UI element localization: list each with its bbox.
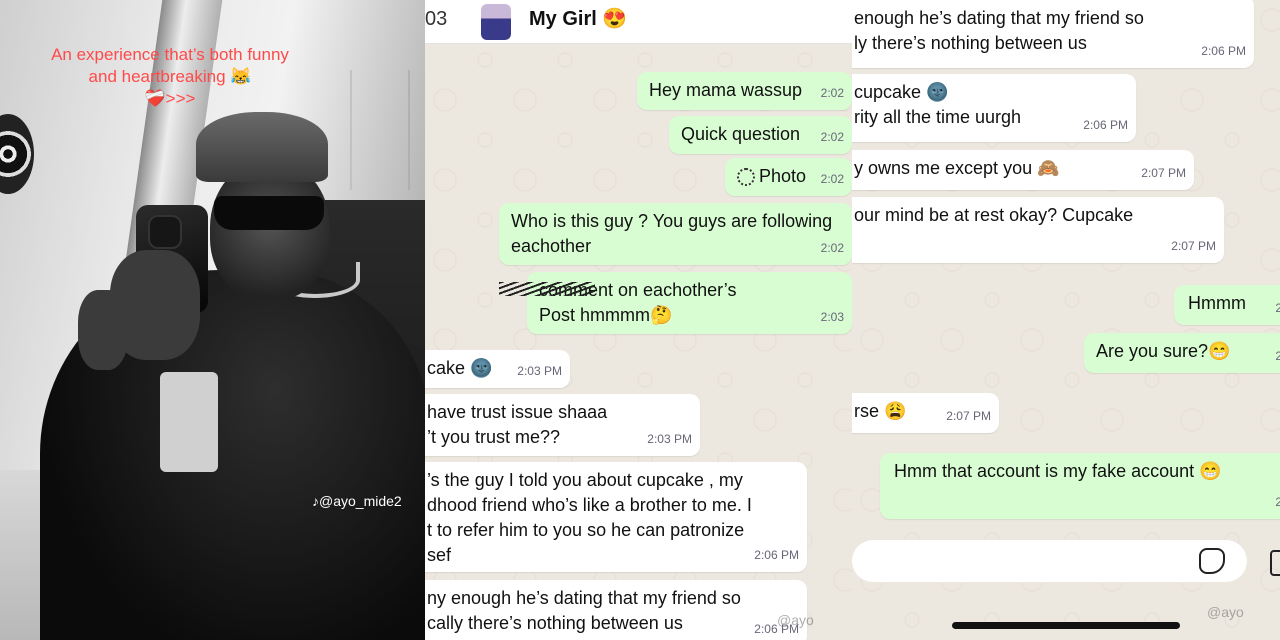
camera-icon[interactable] — [1270, 550, 1280, 576]
message-bubble[interactable]: ny enough he’s dating that my friend so … — [425, 580, 807, 640]
message-bubble[interactable]: cupcake 🌚 rity all the time uurgh 2:06 P… — [852, 74, 1136, 142]
chat-header: 03 My Girl 😍 — [425, 0, 852, 44]
message-bubble[interactable]: Quick question 2:02 — [669, 116, 852, 154]
message-bubble[interactable]: our mind be at rest okay? Cupcake 2:07 P… — [852, 197, 1224, 263]
message-bubble[interactable]: comment on eachother’s Post hmmmm🤔 2:03 — [499, 272, 852, 334]
phone-camera-icon — [148, 215, 182, 249]
person-hand-left — [78, 290, 128, 370]
message-bubble[interactable]: cake 🌚 2:03 PM — [425, 350, 570, 388]
chat-panel-middle[interactable]: 03 My Girl 😍 Hey mama wassup 2:02 Quick … — [425, 0, 852, 640]
view-once-photo-bubble[interactable]: Photo 2:02 — [725, 158, 852, 196]
person-pocket — [160, 372, 218, 472]
chat-panel-right[interactable]: enough he’s dating that my friend so ly … — [852, 0, 1280, 640]
message-bubble[interactable]: rse 😩 2:07 PM — [852, 393, 999, 433]
contact-avatar[interactable] — [481, 4, 511, 40]
contact-name[interactable]: My Girl 😍 — [529, 6, 627, 31]
person-sunglasses — [214, 196, 324, 230]
message-bubble[interactable]: Who is this guy ? You guys are following… — [499, 203, 852, 265]
person-cap — [196, 112, 328, 182]
message-bubble[interactable]: enough he’s dating that my friend so ly … — [852, 0, 1254, 68]
view-once-icon — [737, 168, 755, 186]
home-indicator[interactable] — [952, 622, 1180, 629]
heart-eyes-icon: 😍 — [602, 8, 628, 30]
tiktok-watermark: @ayo — [1207, 604, 1244, 620]
tiktok-icon: ♪ — [312, 493, 319, 509]
message-input[interactable] — [852, 540, 1247, 582]
unread-back-count[interactable]: 03 — [425, 8, 447, 31]
message-bubble[interactable]: Hmm that account is my fake account 😁 2 — [880, 453, 1280, 519]
message-bubble[interactable]: Hey mama wassup 2:02 — [637, 72, 852, 110]
message-bubble[interactable]: y owns me except you 🙈 2:07 PM — [852, 150, 1194, 190]
dartboard-image — [0, 114, 34, 194]
message-bubble[interactable]: Are you sure?😁 2 — [1084, 333, 1280, 373]
scribble-redaction — [499, 282, 595, 296]
video-caption: An experience that’s both funny and hear… — [51, 45, 289, 108]
tiktok-watermark: @ayo — [777, 612, 814, 628]
message-bubble[interactable]: Hmmm 2 — [1174, 285, 1280, 325]
message-bubble[interactable]: have trust issue shaaa ’t you trust me??… — [425, 394, 700, 456]
sticker-icon[interactable] — [1199, 548, 1225, 574]
tiktok-handle: ♪@ayo_mide2 — [312, 493, 402, 509]
chandelier-image — [350, 70, 410, 190]
video-photo-panel: An experience that’s both funny and hear… — [0, 0, 425, 640]
message-bubble[interactable]: ’s the guy I told you about cupcake , my… — [425, 462, 807, 572]
